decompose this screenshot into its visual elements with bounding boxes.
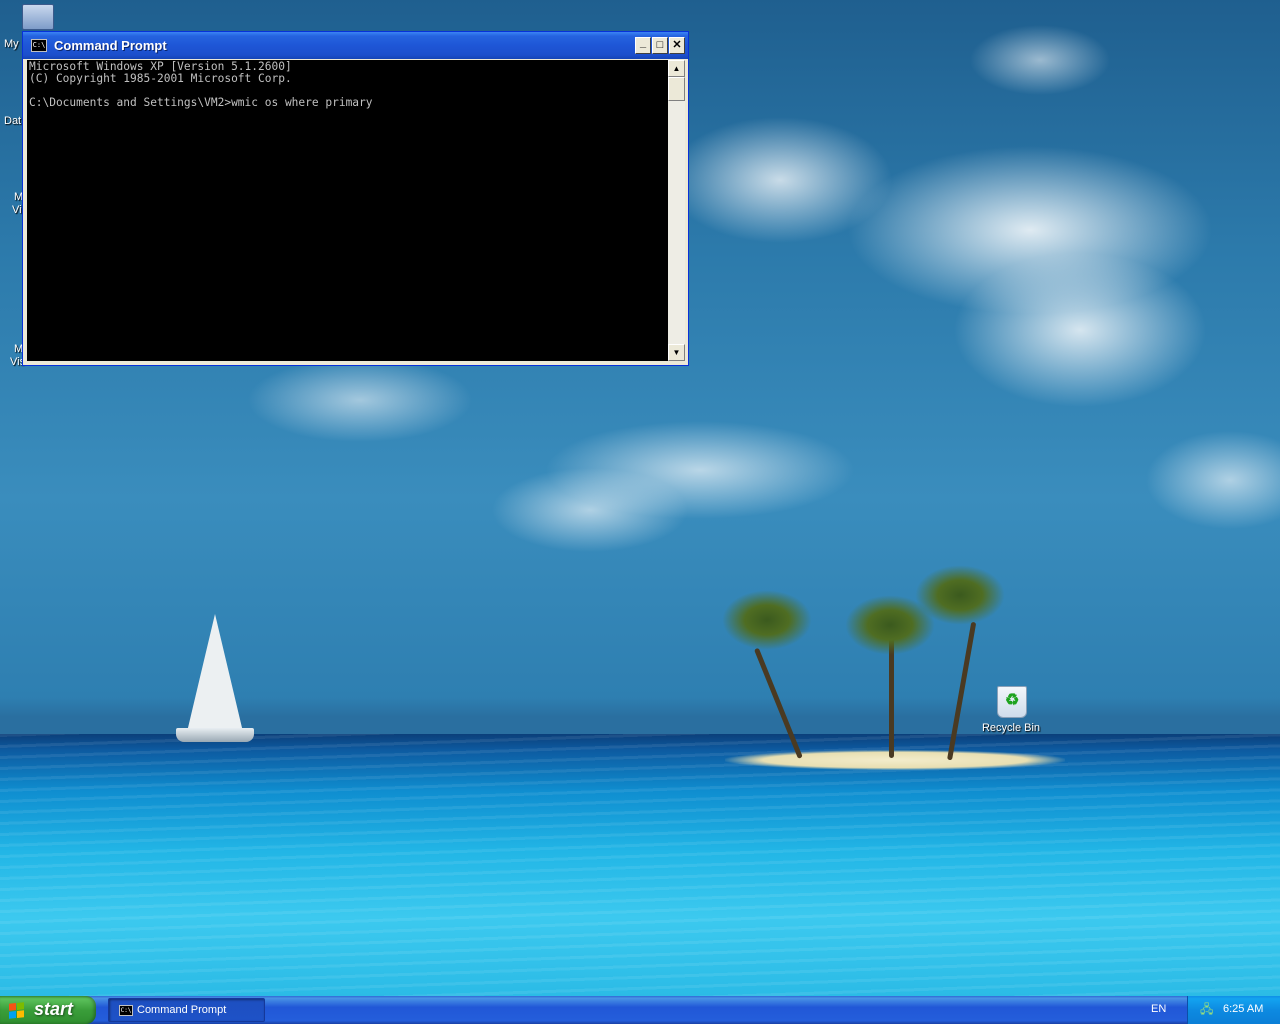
scroll-down-arrow-icon[interactable]: ▼ xyxy=(668,344,685,361)
maximize-button[interactable]: □ xyxy=(652,37,668,54)
recycle-arrows-icon: ♻ xyxy=(1005,692,1020,709)
recycle-bin-icon[interactable]: ♻ xyxy=(997,686,1027,718)
title-bar[interactable]: C:\ Command Prompt _ □ ✕ xyxy=(23,32,688,59)
scroll-thumb[interactable] xyxy=(668,77,685,101)
recycle-bin-label[interactable]: Recycle Bin xyxy=(978,722,1044,734)
windows-logo-icon xyxy=(9,1002,24,1019)
scroll-up-arrow-icon[interactable]: ▲ xyxy=(668,60,685,77)
network-tray-icon[interactable]: 🖧 xyxy=(1200,1003,1213,1016)
clock[interactable]: 6:25 AM xyxy=(1223,1003,1263,1015)
taskbar: start C:\ Command Prompt EN 🖧 6:25 AM xyxy=(0,996,1280,1024)
language-indicator[interactable]: EN xyxy=(1151,1003,1166,1015)
minimize-button[interactable]: _ xyxy=(635,37,651,54)
palm-crown xyxy=(722,590,812,650)
window-title: Command Prompt xyxy=(54,38,167,53)
taskbar-item-command-prompt[interactable]: C:\ Command Prompt xyxy=(108,998,265,1022)
command-prompt-window[interactable]: C:\ Command Prompt _ □ ✕ Microsoft Windo… xyxy=(22,31,689,366)
close-button[interactable]: ✕ xyxy=(669,37,685,54)
desktop-icon-label[interactable]: My xyxy=(4,38,19,50)
taskbar-item-label: Command Prompt xyxy=(137,1004,227,1016)
sailboat-sail xyxy=(187,614,243,732)
console-output[interactable]: Microsoft Windows XP [Version 5.1.2600] … xyxy=(27,60,668,361)
console-text[interactable]: Microsoft Windows XP [Version 5.1.2600] … xyxy=(27,60,668,110)
desktop-icon-label[interactable]: Dat xyxy=(4,115,21,127)
sailboat-hull xyxy=(176,728,254,742)
system-tray: 🖧 6:25 AM xyxy=(1187,996,1280,1024)
palm-crown xyxy=(915,565,1005,625)
console-app-icon: C:\ xyxy=(119,1005,133,1016)
sea-wallpaper xyxy=(0,734,1280,996)
start-button[interactable]: start xyxy=(0,996,96,1024)
vertical-scrollbar[interactable]: ▲ ▼ xyxy=(668,60,685,361)
console-app-icon[interactable]: C:\ xyxy=(31,39,47,52)
desktop-icon-label[interactable]: Vi xyxy=(12,204,22,216)
island-wallpaper xyxy=(725,750,1065,770)
start-label: start xyxy=(34,999,74,1019)
my-computer-icon[interactable] xyxy=(22,4,54,30)
